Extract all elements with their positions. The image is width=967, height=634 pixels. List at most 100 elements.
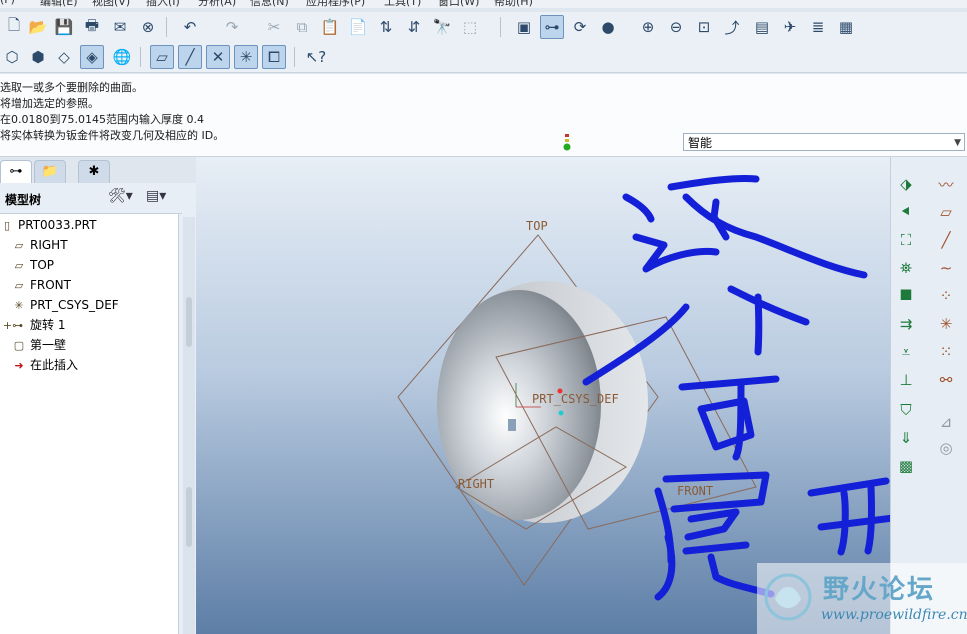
hidden-line-icon[interactable]: ⬢	[26, 45, 50, 69]
print-icon[interactable]: 🖶	[80, 15, 104, 39]
splitter-grip[interactable]	[186, 297, 192, 347]
menu-item[interactable]: 信息(N)	[250, 0, 289, 8]
tree-item-top[interactable]: ▱ TOP	[12, 256, 54, 274]
view-manager-icon[interactable]: ✈	[778, 15, 802, 39]
layer-tab-icon[interactable]: 📁	[34, 160, 66, 183]
tree-item-root[interactable]: ▯ PRT0033.PRT	[0, 216, 96, 234]
toolbar-separator	[166, 17, 167, 37]
selection-filter-dropdown[interactable]: 智能 ▼	[683, 133, 965, 151]
zoom-in-icon[interactable]: ⊕	[636, 15, 660, 39]
spin-center-icon[interactable]: ⟳	[568, 15, 592, 39]
favorites-tab-icon[interactable]: ✱	[78, 160, 110, 183]
copy-icon[interactable]: ⧉	[290, 15, 314, 39]
corner-relief-icon[interactable]: ◎	[935, 437, 957, 459]
no-hidden-icon[interactable]: ◇	[52, 45, 76, 69]
menu-item[interactable]: 编辑(E)	[40, 0, 78, 8]
datum-toggle-icon[interactable]: ⊶	[540, 15, 564, 39]
tree-item-insert-here[interactable]: ➜ 在此插入	[12, 356, 78, 374]
menu-item[interactable]: 帮助(H)	[494, 0, 533, 8]
merge-icon[interactable]: ▩	[895, 455, 917, 477]
save-icon[interactable]: 💾	[52, 15, 76, 39]
rip-icon[interactable]: ⯇	[895, 201, 917, 223]
tree-item-revolve[interactable]: +⊶ 旋转 1	[0, 316, 66, 334]
tree-item-front[interactable]: ▱ FRONT	[12, 276, 71, 294]
datum-label-csys: PRT_CSYS_DEF	[532, 392, 619, 406]
appearance-icon[interactable]: ▦	[834, 15, 858, 39]
menu-item[interactable]: 视图(V)	[92, 0, 130, 8]
datum-point-icon[interactable]: ⁘	[935, 285, 957, 307]
view-toolbar: ⬡ ⬢ ◇ ◈ 🌐 ▱ ╱ ✕ ✳ ⧠ ↖?	[0, 42, 967, 73]
paste-icon[interactable]: 📋	[318, 15, 342, 39]
wall-icon[interactable]: ⛶	[895, 229, 917, 251]
wireframe-icon[interactable]: ⬡	[0, 45, 24, 69]
splitter-grip[interactable]	[186, 487, 192, 547]
flat-wall-icon[interactable]: ⛯	[895, 257, 917, 279]
part-icon: ▯	[3, 219, 11, 232]
menu-item[interactable]: (F)	[0, 0, 15, 6]
punch-icon[interactable]: ⛉	[895, 399, 917, 421]
insert-here-arrow-icon: ➜	[14, 359, 24, 372]
tree-columns-icon[interactable]: ▤▾	[146, 188, 166, 204]
datum-axes-icon[interactable]: ╱	[178, 45, 202, 69]
repaint-icon[interactable]: ▣	[512, 15, 536, 39]
panel-splitter[interactable]	[183, 217, 195, 634]
message-line: 将实体转换为钣金件将改变几何及相应的 ID。	[0, 129, 225, 142]
regen-manager-icon[interactable]: ⇵	[402, 15, 426, 39]
datum-plane-tool-icon[interactable]: ▱	[935, 201, 957, 223]
extrude-cut-icon[interactable]: ⊥	[895, 369, 917, 391]
tree-item-label: 第一壁	[30, 338, 67, 352]
model-tree-tab-icon[interactable]: ⊶	[0, 160, 32, 183]
tree-item-first-wall[interactable]: ▢ 第一壁	[12, 336, 66, 354]
tree-settings-icon[interactable]: 🛠▾	[108, 188, 133, 204]
csys-icon[interactable]: ✳	[234, 45, 258, 69]
shading-mode-icon[interactable]: ◈	[80, 45, 104, 69]
select-box-icon[interactable]: ⬚	[458, 15, 482, 39]
regenerate-icon[interactable]: ⇅	[374, 15, 398, 39]
new-file-icon[interactable]: 🗋	[2, 15, 26, 39]
tree-item-csys[interactable]: ✳ PRT_CSYS_DEF	[12, 296, 118, 314]
close-window-icon[interactable]: ⊗	[136, 15, 160, 39]
paste-special-icon[interactable]: 📄	[346, 15, 370, 39]
flat-pattern-icon[interactable]: ⚯	[935, 369, 957, 391]
menu-item[interactable]: 插入(I)	[146, 0, 180, 8]
analysis-icon[interactable]: ⁙	[935, 341, 957, 363]
sketched-datum-curve-icon[interactable]: 〰	[935, 173, 957, 195]
datum-curve-icon[interactable]: ∼	[935, 257, 957, 279]
csys-tool-icon[interactable]: ✳	[935, 313, 957, 335]
first-wall-icon: ▢	[13, 339, 25, 352]
send-mail-icon[interactable]: ✉	[108, 15, 132, 39]
datum-plane-icon: ▱	[14, 279, 24, 292]
undo-icon[interactable]: ↶	[178, 15, 202, 39]
context-help-icon[interactable]: ↖?	[304, 45, 328, 69]
flange-wall-icon[interactable]: ⯀	[895, 285, 917, 307]
find-icon[interactable]: 🔭	[430, 15, 454, 39]
tree-item-label: RIGHT	[30, 238, 68, 252]
flatten-form-icon[interactable]: ⇓	[895, 427, 917, 449]
reorient-icon[interactable]: ⤴	[720, 15, 744, 39]
annotations-icon[interactable]: ⧠	[262, 45, 286, 69]
toolbar-separator	[500, 17, 501, 37]
datum-planes-icon[interactable]: ▱	[150, 45, 174, 69]
model-tree-icon[interactable]: 🌐	[110, 45, 134, 69]
zoom-out-icon[interactable]: ⊖	[664, 15, 688, 39]
layers-icon[interactable]: ≣	[806, 15, 830, 39]
open-folder-icon[interactable]: 📂	[26, 15, 50, 39]
datum-points-icon[interactable]: ✕	[206, 45, 230, 69]
menu-item[interactable]: 窗口(W)	[438, 0, 479, 8]
menu-item[interactable]: 工具(T)	[384, 0, 421, 8]
menu-item[interactable]: 分析(A)	[198, 0, 236, 8]
wildfire-logo-icon	[764, 573, 812, 621]
tree-item-right[interactable]: ▱ RIGHT	[12, 236, 68, 254]
message-line: 选取一或多个要删除的曲面。	[0, 81, 143, 94]
conversion-icon[interactable]: ⬗	[895, 173, 917, 195]
bend-back-icon[interactable]: ⩡	[895, 341, 917, 363]
redo-icon[interactable]: ↷	[220, 15, 244, 39]
cut-icon[interactable]: ✂	[262, 15, 286, 39]
form-icon[interactable]: ⊿	[935, 411, 957, 433]
unbend-icon[interactable]: ⇉	[895, 313, 917, 335]
menu-item[interactable]: 应用程序(P)	[306, 0, 365, 8]
saved-views-icon[interactable]: ▤	[750, 15, 774, 39]
datum-axis-icon[interactable]: ╱	[935, 229, 957, 251]
refit-icon[interactable]: ⊡	[692, 15, 716, 39]
shading-icon[interactable]: ●	[596, 15, 620, 39]
